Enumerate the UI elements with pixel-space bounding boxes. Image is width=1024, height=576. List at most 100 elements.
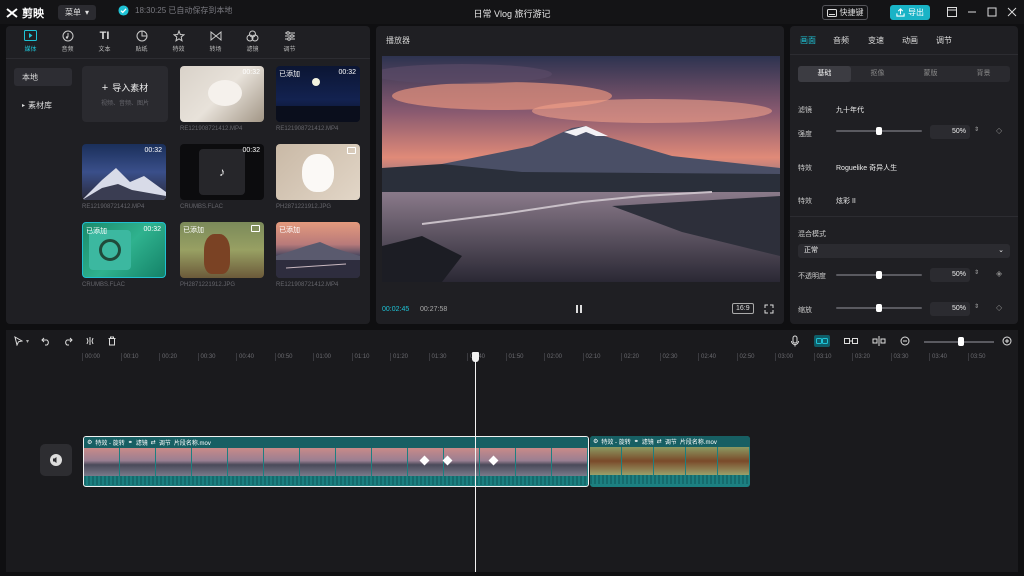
delete-icon[interactable] [107, 336, 117, 346]
stepper-icon[interactable]: ⇕ [974, 303, 979, 310]
added-badge: 已添加 [183, 227, 204, 234]
media-item[interactable]: 已添加 00:32 CRUMBS.FLAC [82, 222, 166, 288]
zoom-out-icon[interactable] [900, 336, 910, 346]
scale-input[interactable]: 50% [930, 302, 970, 316]
tab-picture[interactable]: 画面 [800, 35, 816, 46]
opacity-input[interactable]: 50% [930, 268, 970, 282]
zoom-knob[interactable] [958, 337, 964, 346]
opacity-slider[interactable] [836, 270, 922, 280]
maximize-button[interactable] [984, 4, 1000, 20]
media-thumbnail: 已添加 00:32 [276, 66, 360, 122]
effect2-value: 炫彩 II [836, 198, 856, 205]
link-icon [816, 338, 828, 344]
close-button[interactable] [1004, 4, 1020, 20]
seg-mask[interactable]: 蒙版 [904, 66, 957, 82]
speaker-icon [50, 454, 62, 466]
media-item[interactable]: 已添加 RE121908721412.MP4 [276, 222, 360, 288]
side-library[interactable]: ▸ 素材库 [14, 96, 72, 114]
ruler-tick: 01:00 [313, 353, 331, 361]
keyframe-icon[interactable]: ◈ [996, 269, 1002, 278]
media-item[interactable]: PH2871221912.JPG [276, 144, 360, 210]
adjust-icon: ⇄ [150, 440, 156, 446]
tab-audio[interactable]: 音频 [833, 35, 849, 46]
seg-background[interactable]: 背景 [957, 66, 1010, 82]
keyframe-icon[interactable]: ◇ [996, 126, 1002, 135]
blend-select[interactable]: 正常 ⌄ [798, 244, 1010, 258]
clip-tag: 特效 - 旋转 [601, 440, 631, 446]
tab-sticker[interactable]: 贴纸 [123, 28, 160, 54]
minimize-button[interactable] [964, 4, 980, 20]
clip-tag: 特效 - 旋转 [95, 441, 125, 447]
panel-toggle-button[interactable] [944, 4, 960, 20]
media-name: RE121908721412.MP4 [82, 204, 145, 210]
keyframe-icon[interactable]: ◇ [996, 303, 1002, 312]
slider-knob[interactable] [876, 304, 882, 312]
time-ruler[interactable]: 00:00 00:10 00:20 00:30 00:40 00:50 01:00 01:10… [6, 352, 1018, 366]
strength-input[interactable]: 50% [930, 125, 970, 139]
export-button[interactable]: 导出 [890, 5, 930, 20]
import-label: 导入素材 [112, 83, 149, 93]
video-preview[interactable] [382, 56, 780, 282]
video-clip[interactable]: ⚙ 特效 - 旋转 ⚭ 滤镜 ⇄ 调节 片段名称.mov [83, 436, 589, 487]
ruler-tick: 00:50 [274, 353, 293, 361]
shortcut-button[interactable]: 快捷键 [822, 5, 868, 20]
microphone-icon[interactable] [790, 335, 800, 347]
fullscreen-button[interactable] [764, 304, 774, 314]
frame [336, 448, 372, 476]
tab-animation[interactable]: 动画 [902, 35, 918, 46]
strength-slider[interactable] [836, 126, 922, 136]
aspect-ratio-button[interactable]: 16:9 [732, 303, 754, 314]
tab-effects[interactable]: 特效 [160, 28, 197, 54]
pause-button[interactable] [574, 304, 584, 314]
gear-icon: ⚙ [593, 439, 599, 445]
magnet-toggle[interactable] [814, 335, 830, 347]
frame [516, 448, 552, 476]
slider-knob[interactable] [876, 271, 882, 279]
clip-tag: 调节 [664, 440, 677, 446]
stepper-icon[interactable]: ⇕ [974, 269, 979, 276]
ruler-tick: 00:40 [236, 353, 254, 361]
tab-audio[interactable]: 音频 [49, 28, 86, 54]
media-item[interactable]: ♪ 00:32 CRUMBS.FLAC [180, 144, 264, 210]
stepper-icon[interactable]: ⇕ [974, 126, 979, 133]
import-media-button[interactable]: + 导入素材 视频、音频、图片 [82, 66, 168, 122]
tab-speed[interactable]: 变速 [868, 35, 884, 46]
effect2-label: 特效 [798, 198, 812, 205]
snap-icon[interactable] [844, 336, 858, 346]
clip-header: ⚙ 特效 - 旋转 ⚭ 滤镜 ⇄ 调节 片段名称.mov [84, 437, 588, 448]
media-item[interactable]: 已添加 PH2871221912.JPG [180, 222, 264, 288]
media-thumbnail: ♪ 00:32 [180, 144, 264, 200]
tab-media[interactable]: 媒体 [12, 28, 49, 54]
media-tabs: 媒体 音频 TI 文本 贴纸 特效 转场 滤镜 调节 [12, 28, 308, 54]
video-clip[interactable]: ⚙ 特效 - 旋转 ⚭ 滤镜 ⇄ 调节 片段名称.mov [590, 436, 750, 487]
zoom-in-icon[interactable] [1002, 336, 1012, 346]
media-thumbnail: 已添加 [180, 222, 264, 278]
preview-axis-icon[interactable] [872, 336, 886, 346]
media-item[interactable]: 00:32 RE121908721412.MP4 [82, 144, 166, 210]
redo-icon[interactable] [63, 336, 73, 346]
tab-label: 转场 [209, 47, 222, 53]
clip-waveform [84, 476, 588, 485]
tab-filter[interactable]: 滤镜 [234, 28, 271, 54]
media-item[interactable]: 00:32 RE121908721412.MP4 [180, 66, 264, 132]
media-item[interactable]: 已添加 00:32 RE121908721412.MP4 [276, 66, 360, 132]
playhead-handle[interactable] [472, 352, 479, 362]
tab-transition[interactable]: 转场 [197, 28, 234, 54]
undo-icon[interactable] [41, 336, 51, 346]
audio-track-toggle[interactable] [40, 444, 72, 476]
slider-knob[interactable] [876, 127, 882, 135]
seg-basic[interactable]: 基础 [798, 66, 851, 82]
tab-adjust[interactable]: 调节 [271, 28, 308, 54]
seg-cutout[interactable]: 抠像 [851, 66, 904, 82]
scale-slider[interactable] [836, 303, 922, 313]
side-local[interactable]: 本地 [14, 68, 72, 86]
select-tool-button[interactable]: ▾ [14, 336, 29, 346]
tab-adjust[interactable]: 调节 [936, 35, 952, 46]
filter-icon [246, 30, 259, 41]
tab-text[interactable]: TI 文本 [86, 28, 123, 54]
frame [718, 447, 750, 475]
blend-label: 混合模式 [798, 231, 826, 238]
media-name: PH2871221912.JPG [276, 204, 332, 210]
added-badge: 已添加 [86, 228, 107, 235]
split-icon[interactable] [85, 336, 95, 346]
